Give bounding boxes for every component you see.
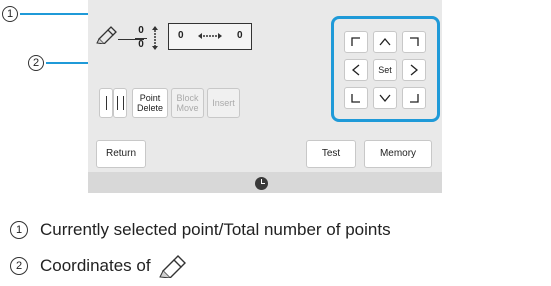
legend-number-2: 2: [10, 257, 28, 275]
block-move-button[interactable]: Block Move: [171, 88, 204, 118]
arrow-up-left-button[interactable]: [344, 31, 368, 53]
return-button[interactable]: Return: [96, 140, 146, 168]
chevron-right-icon: [410, 64, 419, 76]
pen-icon: [96, 26, 117, 44]
chevron-up-icon: [379, 37, 391, 46]
legend-number-1: 1: [10, 221, 28, 239]
legend-item-1: 1 Currently selected point/Total number …: [10, 220, 391, 240]
chevron-left-icon: [351, 64, 360, 76]
coordinate-y: 0: [237, 30, 243, 41]
arrow-up-button[interactable]: [373, 31, 397, 53]
legend-text-1: Currently selected point/Total number of…: [40, 220, 391, 239]
memory-button[interactable]: Memory: [364, 140, 432, 168]
arrow-down-left-button[interactable]: [344, 87, 368, 109]
arrow-up-right-button[interactable]: [402, 31, 426, 53]
clock-icon[interactable]: [255, 177, 268, 190]
corner-up-left-icon: [351, 37, 360, 46]
arrow-down-button[interactable]: [373, 87, 397, 109]
arrow-left-button[interactable]: [344, 59, 368, 81]
point-delete-button[interactable]: Point Delete: [132, 88, 168, 118]
callout-2: 2: [28, 55, 44, 71]
current-point: 0: [138, 25, 144, 36]
total-points: 0: [138, 39, 144, 50]
corner-down-right-icon: [410, 94, 419, 103]
updown-arrow-icon: [152, 26, 158, 50]
stitch-style-triple-button[interactable]: [113, 88, 127, 118]
coordinate-x: 0: [178, 30, 184, 41]
chevron-down-icon: [379, 94, 391, 103]
legend-text-2: Coordinates of: [40, 256, 151, 275]
corner-up-right-icon: [410, 37, 419, 46]
legend-item-2: 2 Coordinates of: [10, 254, 187, 278]
test-button[interactable]: Test: [306, 140, 356, 168]
corner-down-left-icon: [351, 94, 360, 103]
insert-button[interactable]: Insert: [207, 88, 240, 118]
stitch-style-single-button[interactable]: [99, 88, 113, 118]
left-right-arrow-icon: [198, 33, 222, 39]
set-button[interactable]: Set: [373, 59, 397, 81]
callout-1: 1: [2, 6, 18, 22]
pen-icon: [158, 255, 186, 278]
arrow-right-button[interactable]: [402, 59, 426, 81]
arrow-down-right-button[interactable]: [402, 87, 426, 109]
